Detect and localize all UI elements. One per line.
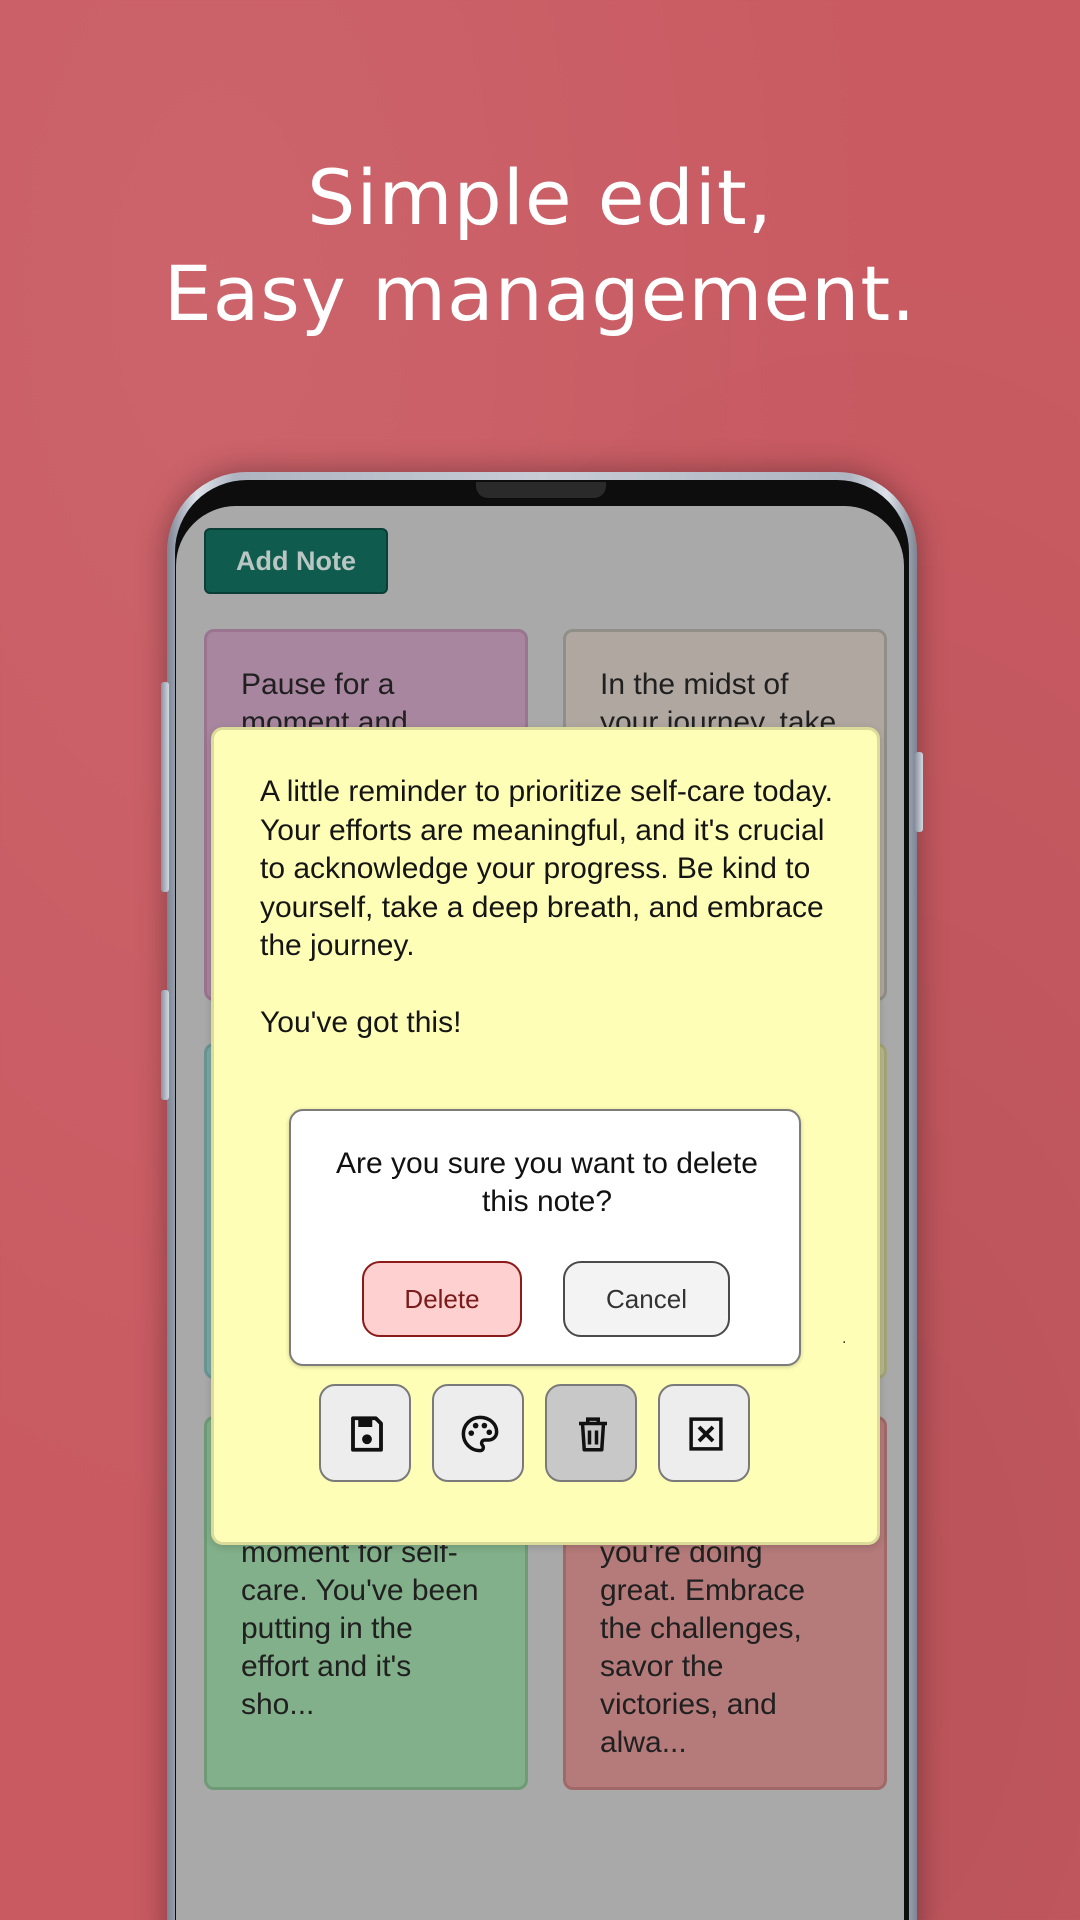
close-icon bbox=[689, 1417, 723, 1451]
headline: Simple edit, Easy management. bbox=[0, 150, 1080, 342]
note-editor-text[interactable]: A little reminder to prioritize self-car… bbox=[260, 773, 850, 1043]
trash-icon bbox=[579, 1417, 607, 1452]
cancel-button[interactable]: Cancel bbox=[563, 1261, 730, 1337]
phone-notch bbox=[476, 482, 606, 498]
headline-line-2: Easy management. bbox=[163, 249, 917, 338]
note-card-text: moment for self- care. You've been putti… bbox=[241, 1536, 479, 1721]
palette-icon bbox=[461, 1415, 499, 1453]
delete-confirm-dialog: Are you sure you want to delete this not… bbox=[289, 1109, 801, 1366]
save-button[interactable] bbox=[319, 1384, 411, 1482]
note-card-text: you're doing great. Embrace the challeng… bbox=[600, 1536, 806, 1759]
close-editor-button[interactable] bbox=[658, 1384, 750, 1482]
phone-volume-button-2 bbox=[161, 990, 169, 1100]
caret-mark: · bbox=[842, 1335, 847, 1351]
save-icon bbox=[351, 1416, 383, 1452]
delete-button[interactable]: Delete bbox=[362, 1261, 522, 1337]
phone-power-button bbox=[915, 752, 923, 832]
dialog-message: Are you sure you want to delete this not… bbox=[336, 1147, 758, 1218]
add-note-button[interactable]: Add Note bbox=[204, 528, 388, 594]
phone-volume-button bbox=[161, 682, 169, 892]
delete-note-button[interactable] bbox=[545, 1384, 637, 1482]
color-button[interactable] bbox=[432, 1384, 524, 1482]
headline-line-1: Simple edit, bbox=[307, 153, 773, 242]
